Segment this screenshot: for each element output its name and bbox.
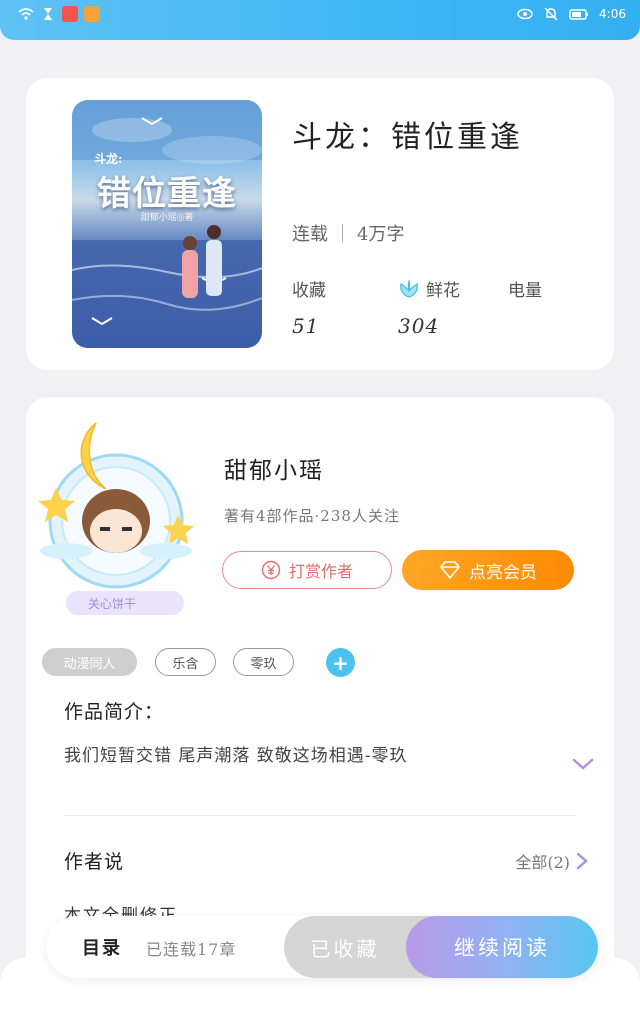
tag-lehan[interactable]: 乐含	[155, 648, 216, 676]
stat-flower-value: 304	[398, 314, 440, 338]
cover-author-credit: 甜郁小瑶◎著	[140, 213, 194, 223]
author-says-all-label: 全部(2)	[515, 853, 570, 872]
plus-icon: +	[332, 650, 349, 675]
stat-power-label: 电量	[508, 281, 542, 301]
wifi-icon	[18, 8, 34, 20]
continue-reading-button[interactable]: 继续阅读	[406, 916, 598, 978]
status-time: 4:06	[599, 7, 626, 21]
intro-heading: 作品简介：	[64, 701, 165, 723]
status-bar: 4:06	[0, 0, 640, 40]
flower-icon	[400, 278, 418, 298]
media-notification-icon	[84, 6, 100, 22]
battery-icon	[569, 9, 589, 20]
diamond-icon	[440, 561, 460, 579]
word-count: 4万字	[357, 224, 405, 245]
stat-collect-value: 51	[292, 314, 320, 338]
collected-label: 已收藏	[310, 936, 380, 961]
cover-illustration	[72, 100, 262, 348]
author-name[interactable]: 甜郁小瑶	[224, 451, 324, 485]
toc-button[interactable]: 目录	[82, 934, 122, 960]
intro-text: 我们短暂交错 尾声潮落 致敬这场相遇-零玖	[64, 746, 408, 766]
activate-vip-button[interactable]: 点亮会员	[402, 550, 574, 590]
hourglass-icon	[44, 8, 52, 20]
stat-flower[interactable]: 鲜花	[398, 276, 460, 301]
app-notification-icon	[62, 6, 78, 22]
add-tag-button[interactable]: +	[326, 648, 355, 677]
cover-title: 错位重逢	[97, 174, 237, 214]
avatar-caption: 关心饼干	[88, 597, 137, 611]
continue-reading-label: 继续阅读	[454, 936, 550, 960]
bottom-action-bar: 目录 已连载17章 已收藏 继续阅读	[46, 916, 598, 978]
stat-flower-label: 鲜花	[426, 281, 460, 301]
stat-collect-label: 收藏	[292, 281, 326, 301]
chevron-right-icon	[576, 852, 588, 870]
book-title: 斗龙：错位重逢	[292, 120, 523, 155]
avatar-illustration	[38, 422, 194, 615]
eye-icon	[517, 8, 533, 20]
book-info-card: 斗龙: 错位重逢 甜郁小瑶◎著 斗龙：错位重逢 连载 4万字 收藏 51 鲜花 …	[26, 78, 614, 370]
serial-status: 连载	[292, 224, 328, 245]
stat-collect: 收藏	[292, 276, 326, 301]
reward-author-button[interactable]: 打赏作者	[222, 551, 392, 589]
author-says-all-link[interactable]: 全部(2)	[515, 849, 588, 873]
tag-lingjiu[interactable]: 零玖	[233, 648, 294, 676]
book-status-line: 连载 4万字	[292, 220, 404, 246]
book-cover[interactable]: 斗龙: 错位重逢 甜郁小瑶◎著	[72, 100, 262, 348]
activate-vip-label: 点亮会员	[469, 562, 537, 583]
chapter-count: 已连载17章	[146, 940, 237, 959]
section-divider	[64, 815, 576, 816]
author-avatar[interactable]: 关心饼干	[36, 413, 196, 623]
cover-series: 斗龙:	[94, 152, 123, 166]
stat-power[interactable]: 电量	[508, 276, 542, 301]
yen-coin-icon	[261, 560, 281, 580]
tag-fanfic[interactable]: 动漫同人	[42, 648, 137, 676]
mute-bell-icon	[544, 7, 558, 21]
reward-author-label: 打赏作者	[288, 562, 353, 581]
chevron-down-icon[interactable]	[572, 757, 594, 771]
author-meta: 著有4部作品·238人关注	[224, 507, 400, 525]
author-says-heading: 作者说	[64, 851, 125, 873]
divider	[342, 224, 343, 242]
